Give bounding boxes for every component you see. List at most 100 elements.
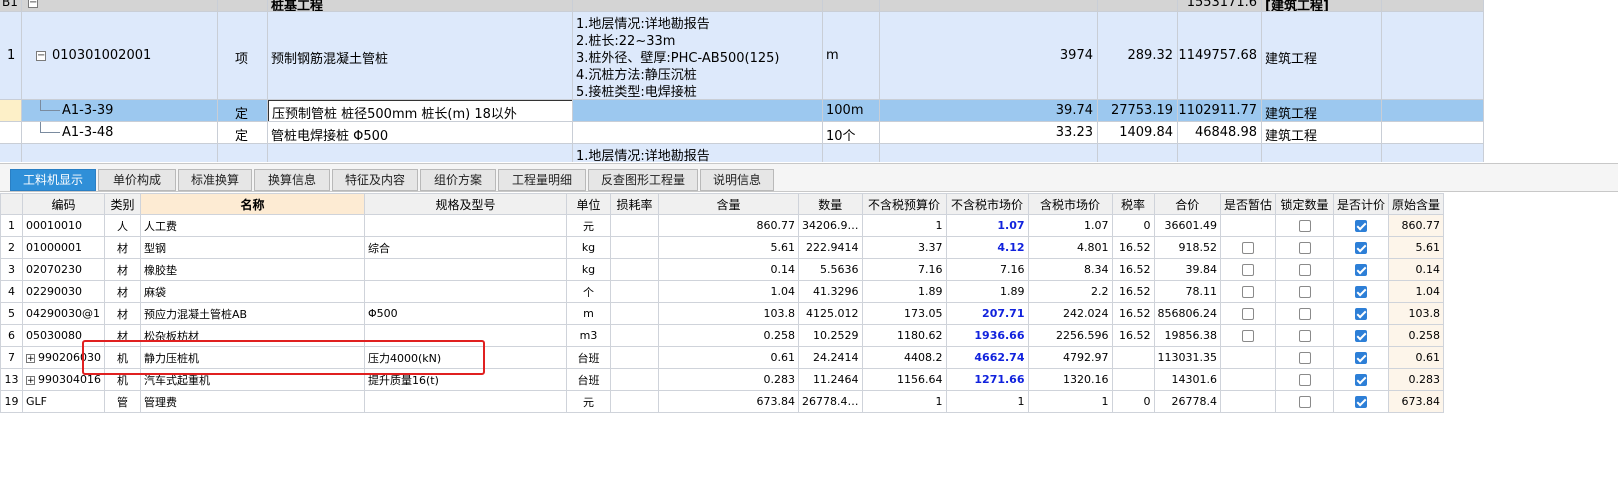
tab-labor-material-machine[interactable]: 工料机显示 bbox=[10, 169, 96, 191]
provisional-checkbox[interactable] bbox=[1242, 308, 1254, 320]
name-edit-input[interactable]: 压预制管桩 桩径500mm 桩长(m) 18以外 bbox=[268, 100, 572, 121]
feature-cell[interactable]: 1.地层情况:详地勘报告 2.桩长:22~33m 3.桩外径、壁厚:PHC-AB… bbox=[573, 12, 823, 100]
tab-quantity-details[interactable]: 工程量明细 bbox=[498, 169, 586, 191]
resource-loss-rate[interactable] bbox=[610, 390, 659, 413]
lock-quantity-checkbox[interactable] bbox=[1298, 264, 1311, 276]
tab-standard-conversion[interactable]: 标准换算 bbox=[178, 169, 252, 191]
resource-pre-tax-market[interactable]: 207.71 bbox=[945, 302, 1029, 325]
resource-content[interactable]: 0.258 bbox=[658, 324, 799, 347]
code-cell[interactable]: − 010301002001 bbox=[22, 12, 218, 100]
col-header-tax-rate[interactable]: 税率 bbox=[1111, 193, 1155, 215]
col-header-pre-tax-market[interactable]: 不含税市场价 bbox=[945, 193, 1029, 215]
resource-code[interactable]: 02290030 bbox=[22, 280, 105, 303]
resource-content[interactable]: 0.14 bbox=[658, 258, 799, 281]
resource-spec[interactable] bbox=[364, 258, 567, 281]
resource-spec[interactable] bbox=[364, 214, 567, 237]
resource-content[interactable]: 673.84 bbox=[658, 390, 799, 413]
resource-code[interactable]: GLF bbox=[22, 390, 105, 413]
priced-checkbox[interactable] bbox=[1355, 220, 1368, 232]
resource-content[interactable]: 103.8 bbox=[658, 302, 799, 325]
resource-pre-tax-market[interactable]: 1271.66 bbox=[945, 368, 1029, 391]
lock-quantity-checkbox[interactable] bbox=[1298, 374, 1311, 386]
qty-cell[interactable]: 3974 bbox=[880, 12, 1098, 100]
resource-pre-tax-market[interactable]: 1 bbox=[945, 390, 1029, 413]
table-row[interactable]: 19 GLF 管管理费元 673.84 26778.4… 1 1 1 0 26778.4 673.8… bbox=[0, 390, 1445, 413]
priced-checkbox[interactable] bbox=[1355, 374, 1368, 386]
resource-loss-rate[interactable] bbox=[610, 258, 659, 281]
lock-quantity-checkbox[interactable] bbox=[1298, 286, 1311, 298]
name-cell[interactable]: 管桩电焊接桩 Φ500 bbox=[268, 122, 573, 144]
provisional-checkbox[interactable] bbox=[1242, 264, 1254, 276]
resource-pre-tax-market[interactable]: 1936.66 bbox=[945, 324, 1029, 347]
table-row[interactable]: 1 00010010 人人工费元 860.77 34206.9… 1 1.07 1.07 0 36… bbox=[0, 214, 1445, 237]
priced-checkbox[interactable] bbox=[1355, 352, 1368, 364]
provisional-checkbox[interactable] bbox=[1242, 330, 1254, 342]
resource-spec[interactable]: Φ500 bbox=[364, 302, 567, 325]
resource-code[interactable]: 02070230 bbox=[22, 258, 105, 281]
resource-spec[interactable] bbox=[364, 280, 567, 303]
col-header-total[interactable]: 合价 bbox=[1153, 193, 1221, 215]
collapse-icon[interactable]: − bbox=[36, 51, 46, 61]
lock-quantity-checkbox[interactable] bbox=[1298, 220, 1311, 232]
resource-code[interactable]: 01000001 bbox=[22, 236, 105, 259]
resource-code[interactable]: 00010010 bbox=[22, 214, 105, 237]
resource-loss-rate[interactable] bbox=[610, 236, 659, 259]
tab-conversion-info[interactable]: 换算信息 bbox=[254, 169, 330, 191]
code-cell[interactable]: A1-3-48 bbox=[22, 122, 218, 144]
priced-checkbox[interactable] bbox=[1355, 396, 1368, 408]
lock-quantity-checkbox[interactable] bbox=[1298, 396, 1311, 408]
resource-name[interactable]: 管理费 bbox=[140, 390, 365, 413]
tab-description-info[interactable]: 说明信息 bbox=[700, 169, 774, 191]
name-cell[interactable]: 压预制管桩 桩径500mm 桩长(m) 18以外 bbox=[268, 100, 573, 122]
tab-pricing-scheme[interactable]: 组价方案 bbox=[420, 169, 496, 191]
qty-cell[interactable]: 33.23 bbox=[880, 122, 1098, 144]
code-cell[interactable]: A1-3-39 bbox=[22, 100, 218, 122]
table-row[interactable]: 2 01000001 材型钢 综合 kg 5.61 222.9414 3.37 4.12 4.80… bbox=[0, 236, 1445, 259]
provisional-checkbox[interactable] bbox=[1242, 286, 1254, 298]
provisional-checkbox[interactable] bbox=[1242, 242, 1254, 254]
resource-spec[interactable]: 综合 bbox=[364, 236, 567, 259]
table-row[interactable]: 3 02070230 材橡胶垫 kg 0.14 5.5636 7.16 7.16 8.34 16.… bbox=[0, 258, 1445, 281]
col-header-spec[interactable]: 规格及型号 bbox=[364, 193, 567, 215]
qty-cell[interactable]: 39.74 bbox=[880, 100, 1098, 122]
name-cell[interactable]: 桩基工程 bbox=[268, 0, 573, 12]
col-header-tax-market[interactable]: 含税市场价 bbox=[1027, 193, 1113, 215]
resource-pre-tax-market[interactable]: 7.16 bbox=[945, 258, 1029, 281]
col-header-kind[interactable]: 类别 bbox=[104, 193, 141, 215]
resource-name[interactable]: 人工费 bbox=[140, 214, 365, 237]
col-header-loss-rate[interactable]: 损耗率 bbox=[610, 193, 659, 215]
col-header-code[interactable]: 编码 bbox=[22, 193, 105, 215]
tab-features-content[interactable]: 特征及内容 bbox=[332, 169, 418, 191]
col-header-name[interactable]: 名称 bbox=[140, 193, 365, 215]
resource-name[interactable]: 麻袋 bbox=[140, 280, 365, 303]
resource-content[interactable]: 5.61 bbox=[658, 236, 799, 259]
table-row[interactable]: 4 02290030 材麻袋个 1.04 41.3296 1.89 1.89 2.2 16.52… bbox=[0, 280, 1445, 303]
resource-name[interactable]: 型钢 bbox=[140, 236, 365, 259]
col-header-provisional[interactable]: 是否暂估 bbox=[1219, 193, 1277, 215]
lock-quantity-checkbox[interactable] bbox=[1298, 242, 1311, 254]
col-header-unit[interactable]: 单位 bbox=[566, 193, 611, 215]
resource-name[interactable]: 预应力混凝土管桩AB bbox=[140, 302, 365, 325]
table-row[interactable]: 5 04290030@1 材预应力混凝土管桩AB Φ500 m 103.8 4125.012… bbox=[0, 302, 1445, 325]
priced-checkbox[interactable] bbox=[1355, 308, 1368, 320]
priced-checkbox[interactable] bbox=[1355, 242, 1368, 254]
col-header-pre-tax-budget[interactable]: 不含税预算价 bbox=[861, 193, 947, 215]
tab-reverse-graphic-quantity[interactable]: 反查图形工程量 bbox=[588, 169, 698, 191]
resource-content[interactable]: 0.283 bbox=[658, 368, 799, 391]
resource-content[interactable]: 1.04 bbox=[658, 280, 799, 303]
col-header-content[interactable]: 含量 bbox=[658, 193, 799, 215]
lock-quantity-checkbox[interactable] bbox=[1298, 330, 1311, 342]
resource-loss-rate[interactable] bbox=[610, 346, 659, 369]
code-cell[interactable]: − bbox=[22, 0, 218, 12]
resource-loss-rate[interactable] bbox=[610, 280, 659, 303]
resource-pre-tax-market[interactable]: 1.07 bbox=[945, 214, 1029, 237]
collapse-icon[interactable]: − bbox=[28, 0, 38, 8]
priced-checkbox[interactable] bbox=[1355, 264, 1368, 276]
priced-checkbox[interactable] bbox=[1355, 286, 1368, 298]
name-cell[interactable]: 预制钢筋混凝土管桩 bbox=[268, 12, 573, 100]
resource-loss-rate[interactable] bbox=[610, 214, 659, 237]
expand-icon[interactable]: + bbox=[26, 375, 35, 385]
col-header-original-content[interactable]: 原始含量 bbox=[1388, 193, 1445, 215]
resource-name[interactable]: 橡胶垫 bbox=[140, 258, 365, 281]
col-header-priced[interactable]: 是否计价 bbox=[1333, 193, 1390, 215]
